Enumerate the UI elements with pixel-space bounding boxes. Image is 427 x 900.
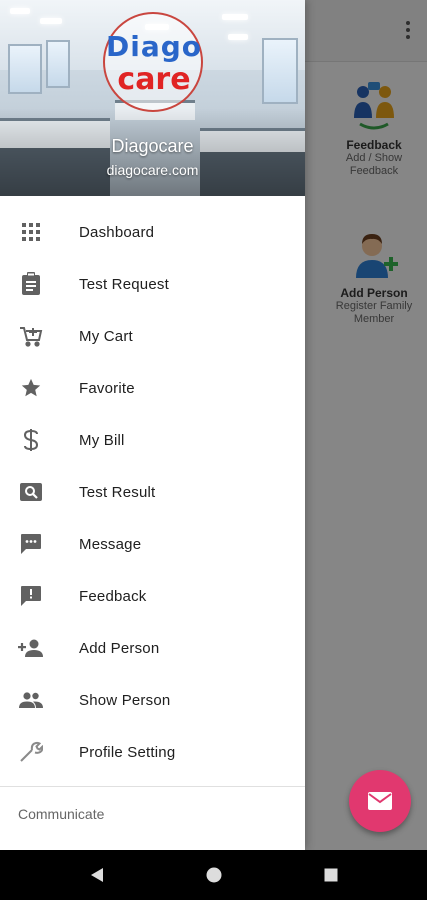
menu-label: Message — [79, 535, 142, 553]
clipboard-icon — [18, 271, 44, 297]
star-icon — [18, 375, 44, 401]
mail-fab-button[interactable] — [349, 770, 411, 832]
drawer-divider — [0, 786, 305, 787]
menu-label: My Bill — [79, 431, 125, 449]
logo-text-top: Diago — [106, 30, 203, 63]
menu-label: Test Result — [79, 483, 156, 501]
people-icon — [18, 687, 44, 713]
drawer-menu: Dashboard Test Request My Cart Favorite … — [0, 196, 305, 778]
menu-item-favorite[interactable]: Favorite — [0, 362, 305, 414]
menu-item-my-cart[interactable]: My Cart — [0, 310, 305, 362]
dollar-icon — [18, 427, 44, 453]
menu-label: Feedback — [79, 587, 147, 605]
menu-item-my-bill[interactable]: My Bill — [0, 414, 305, 466]
menu-item-message[interactable]: Message — [0, 518, 305, 570]
back-icon — [91, 868, 103, 882]
person-add-icon — [18, 635, 44, 661]
mail-icon — [368, 792, 392, 810]
navigation-drawer: Diago care Diagocare diagocare.com Dashb… — [0, 0, 305, 850]
menu-item-test-request[interactable]: Test Request — [0, 258, 305, 310]
menu-label: Add Person — [79, 639, 160, 657]
menu-label: Favorite — [79, 379, 135, 397]
menu-item-feedback[interactable]: Feedback — [0, 570, 305, 622]
wrench-icon — [18, 739, 44, 765]
menu-item-test-result[interactable]: Test Result — [0, 466, 305, 518]
menu-item-profile-setting[interactable]: Profile Setting — [0, 726, 305, 778]
header-website: diagocare.com — [106, 162, 199, 178]
section-header-communicate: Communicate — [18, 806, 105, 822]
feedback-icon — [18, 583, 44, 609]
cart-add-icon — [18, 323, 44, 349]
back-button[interactable] — [86, 864, 108, 886]
menu-label: Dashboard — [79, 223, 155, 241]
menu-item-dashboard[interactable]: Dashboard — [0, 206, 305, 258]
menu-item-add-person[interactable]: Add Person — [0, 622, 305, 674]
menu-label: My Cart — [79, 327, 133, 345]
system-navigation-bar — [0, 850, 427, 900]
header-app-name: Diagocare — [111, 136, 194, 156]
grid-icon — [18, 219, 44, 245]
drawer-header: Diago care Diagocare diagocare.com — [0, 0, 305, 196]
home-button[interactable] — [203, 864, 225, 886]
logo-text-bottom: care — [117, 62, 191, 97]
home-icon — [206, 867, 222, 883]
recents-icon — [324, 868, 338, 882]
recents-button[interactable] — [320, 864, 342, 886]
image-search-icon — [18, 479, 44, 505]
menu-label: Profile Setting — [79, 743, 176, 761]
menu-item-show-person[interactable]: Show Person — [0, 674, 305, 726]
chat-icon — [18, 531, 44, 557]
menu-label: Test Request — [79, 275, 169, 293]
menu-label: Show Person — [79, 691, 171, 709]
